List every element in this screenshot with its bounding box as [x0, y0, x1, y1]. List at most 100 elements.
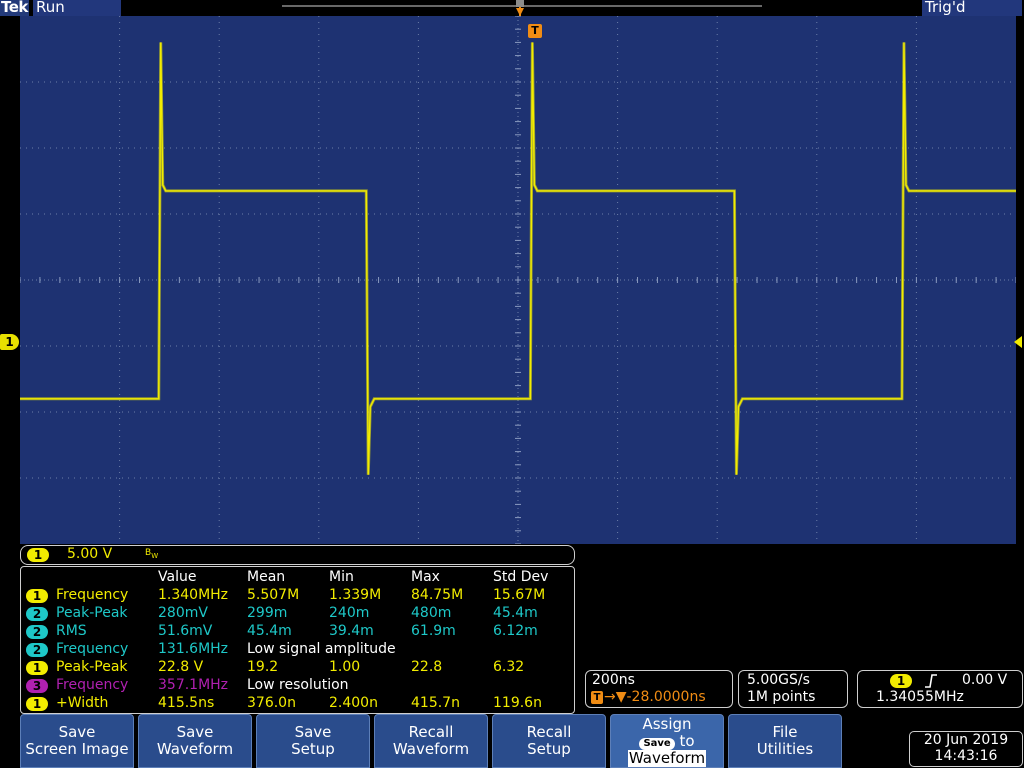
trigger-source-badge: 1	[890, 674, 912, 688]
date-time-readout: 20 Jun 2019 14:43:16	[909, 731, 1023, 767]
trigger-status-label: Trig'd	[925, 0, 966, 16]
record-position-handle	[516, 0, 524, 7]
measurement-row[interactable]: 2 RMS 51.6mV 45.4m 39.4m 61.9m 6.12m	[21, 623, 574, 641]
measurement-mean: 376.0n	[247, 695, 296, 711]
measurement-value: 1.340MHz	[158, 587, 229, 603]
col-header-std-dev: Std Dev	[493, 569, 549, 585]
file-utilities-label: File Utilities	[756, 723, 814, 758]
time-per-div: 200ns	[592, 672, 635, 688]
record-view-bar[interactable]	[124, 0, 918, 16]
measurement-name: Frequency	[56, 587, 129, 603]
recall-setup-button[interactable]: Recall Setup	[492, 714, 606, 768]
measurement-max: 84.75M	[411, 587, 464, 603]
channel-badge: 2	[26, 607, 48, 621]
measurement-max: 415.7n	[411, 695, 460, 711]
sample-rate: 5.00GS/s	[747, 672, 810, 688]
recall-waveform-label: Recall Waveform	[392, 723, 470, 758]
measurement-std-dev: 119.6n	[493, 695, 542, 711]
channel-1-badge: 1	[27, 548, 49, 562]
measurement-row[interactable]: 1 Peak-Peak 22.8 V 19.2 1.00 22.8 6.32	[21, 659, 574, 677]
measurement-note: Low signal amplitude	[247, 641, 396, 657]
measurement-mean: 45.4m	[247, 623, 292, 639]
acquisition-readout[interactable]: 5.00GS/s 1M points	[738, 670, 848, 708]
assign-label: Assign	[642, 715, 692, 733]
measurement-std-dev: 45.4m	[493, 605, 538, 621]
measurement-mean: 299m	[247, 605, 288, 621]
date-label: 20 Jun 2019	[923, 732, 1009, 748]
measurement-value: 131.6MHz	[158, 641, 229, 657]
recall-waveform-button[interactable]: Recall Waveform	[374, 714, 488, 768]
trigger-frequency: 1.34055MHz	[876, 689, 964, 705]
acquisition-state[interactable]: Run	[33, 0, 121, 16]
measurement-name: Peak-Peak	[56, 659, 128, 675]
measurement-name: Frequency	[56, 677, 129, 693]
trigger-level: 0.00 V	[962, 672, 1008, 688]
measurement-mean: 5.507M	[247, 587, 300, 603]
measurement-name: RMS	[56, 623, 87, 639]
channel-badge: 1	[26, 661, 48, 675]
measurement-name: +Width	[56, 695, 109, 711]
channel-1-ground-marker-label: 1	[5, 335, 14, 349]
horizontal-readout[interactable]: 200ns T →▼-28.0000ns	[585, 670, 733, 708]
channel-badge: 2	[26, 625, 48, 639]
channel-badge: 1	[26, 589, 48, 603]
channel-badge: 2	[26, 643, 48, 657]
measurement-max: 22.8	[411, 659, 443, 675]
top-status-bar: Tek Run Trig'd	[0, 0, 1024, 16]
trigger-marker-icon[interactable]: T	[528, 24, 542, 38]
measurement-name: Frequency	[56, 641, 129, 657]
save-setup-button[interactable]: Save Setup	[256, 714, 370, 768]
measurement-row[interactable]: 2 Frequency 131.6MHz Low signal amplitude	[21, 641, 574, 659]
channel-badge: 1	[26, 697, 48, 711]
waveform-display	[19, 15, 1017, 545]
channel-1-ground-marker[interactable]: 1	[0, 334, 19, 350]
save-waveform-button[interactable]: Save Waveform	[138, 714, 252, 768]
brand-logo: Tek	[0, 0, 29, 16]
save-setup-label: Save Setup	[291, 723, 335, 758]
file-utilities-button[interactable]: File Utilities	[728, 714, 842, 768]
record-view-svg	[282, 0, 762, 16]
measurement-min: 1.00	[329, 659, 361, 675]
measurement-std-dev: 6.32	[493, 659, 525, 675]
measurement-row[interactable]: 3 Frequency 357.1MHz Low resolution	[21, 677, 574, 695]
recall-setup-label: Recall Setup	[526, 723, 572, 758]
col-header-value: Value	[158, 569, 197, 585]
save-waveform-label: Save Waveform	[156, 723, 234, 758]
save-screen-image-button[interactable]: Save Screen Image	[20, 714, 134, 768]
channel-1-trace-glow	[20, 42, 1016, 475]
measurement-row[interactable]: 1 +Width 415.5ns 376.0n 2.400n 415.7n 119.6n	[21, 695, 574, 713]
measurement-note: Low resolution	[247, 677, 349, 693]
measurement-value: 280mV	[158, 605, 208, 621]
channel-scale-bar[interactable]: 1 5.00 V BW	[20, 545, 575, 565]
measurement-value: 357.1MHz	[158, 677, 229, 693]
save-screen-image-label: Save Screen Image	[25, 723, 129, 758]
horizontal-position: →▼-28.0000ns	[604, 689, 706, 705]
assign-save-button[interactable]: Assign Save to Waveform	[610, 714, 724, 768]
bandwidth-limit-icon: BW	[145, 548, 159, 560]
graticule[interactable]	[19, 15, 1017, 545]
measurement-row[interactable]: 1 Frequency 1.340MHz 5.507M 1.339M 84.75M 15.6…	[21, 587, 574, 605]
assign-save-row: Save to	[611, 733, 723, 750]
measurement-min: 1.339M	[329, 587, 382, 603]
record-length: 1M points	[747, 689, 816, 705]
measurement-std-dev: 15.67M	[493, 587, 546, 603]
col-header-max: Max	[411, 569, 440, 585]
trigger-marker-label: T	[531, 24, 539, 37]
measurement-value: 415.5ns	[158, 695, 215, 711]
measurement-min: 240m	[329, 605, 370, 621]
measurement-max: 61.9m	[411, 623, 456, 639]
trigger-level-marker-icon[interactable]	[1010, 336, 1022, 348]
measurements-panel[interactable]: Value Mean Min Max Std Dev 1 Frequency 1.3…	[20, 566, 575, 714]
measurement-max: 480m	[411, 605, 452, 621]
measurement-min: 2.400n	[329, 695, 378, 711]
trigger-position-badge: T	[591, 691, 603, 704]
measurement-min: 39.4m	[329, 623, 374, 639]
acquisition-state-label: Run	[36, 0, 65, 16]
measurement-name: Peak-Peak	[56, 605, 128, 621]
rising-edge-icon	[925, 674, 937, 688]
trigger-status: Trig'd	[922, 0, 1022, 16]
assign-target-label: Waveform	[628, 749, 706, 767]
measurement-row[interactable]: 2 Peak-Peak 280mV 299m 240m 480m 45.4m	[21, 605, 574, 623]
time-label: 14:43:16	[934, 748, 998, 764]
trigger-readout[interactable]: 1 0.00 V 1.34055MHz	[857, 670, 1023, 708]
